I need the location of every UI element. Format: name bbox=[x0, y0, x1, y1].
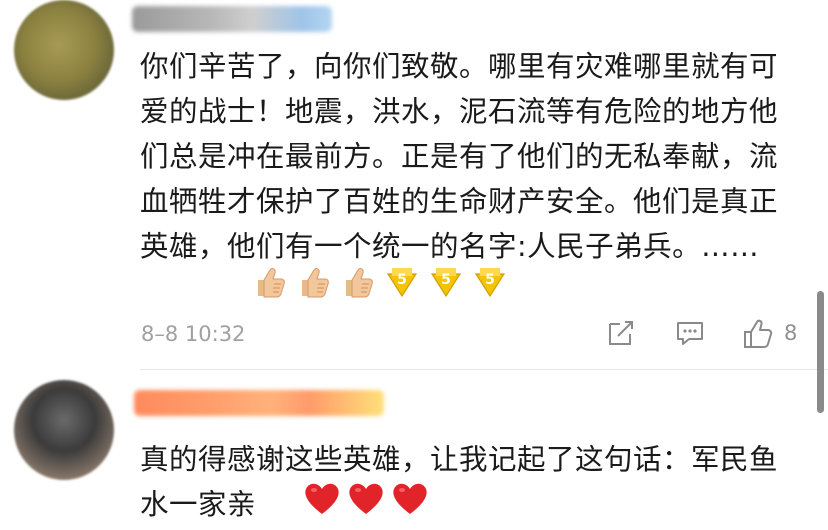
five-badge-icon: 5 bbox=[474, 268, 506, 298]
svg-text:5: 5 bbox=[485, 272, 495, 288]
comment-timestamp: 8–8 10:32 bbox=[141, 322, 246, 346]
heart-icon bbox=[305, 483, 339, 514]
commenter-avatar[interactable] bbox=[14, 0, 114, 100]
thumbs-up-icon bbox=[258, 268, 285, 298]
commenter-name-blurred[interactable] bbox=[134, 390, 384, 416]
like-icon[interactable] bbox=[742, 318, 774, 350]
comment-text: 你们辛苦了，向你们致敬。哪里有灾难哪里就有可爱的战士！地震，洪水，泥石流等有危险… bbox=[140, 50, 779, 263]
comment-divider bbox=[140, 369, 828, 370]
five-badge-icon: 5 bbox=[430, 268, 462, 298]
heart-icon bbox=[393, 483, 427, 514]
reply-icon[interactable] bbox=[675, 318, 705, 348]
like-count: 8 bbox=[784, 321, 798, 345]
thumbs-up-icon bbox=[302, 268, 329, 298]
heart-icon bbox=[349, 483, 383, 514]
svg-text:5: 5 bbox=[441, 272, 451, 288]
scrollbar[interactable] bbox=[817, 291, 824, 413]
five-badge-icon: 5 bbox=[386, 268, 418, 298]
svg-text:5: 5 bbox=[397, 272, 407, 288]
share-icon[interactable] bbox=[606, 318, 636, 348]
commenter-name-blurred[interactable] bbox=[132, 6, 332, 32]
comment-text: 真的得感谢这些英雄，让我记起了这句话：军民鱼水一家亲 bbox=[140, 443, 779, 521]
thumbs-up-icon bbox=[346, 268, 373, 298]
commenter-avatar[interactable] bbox=[14, 380, 114, 480]
